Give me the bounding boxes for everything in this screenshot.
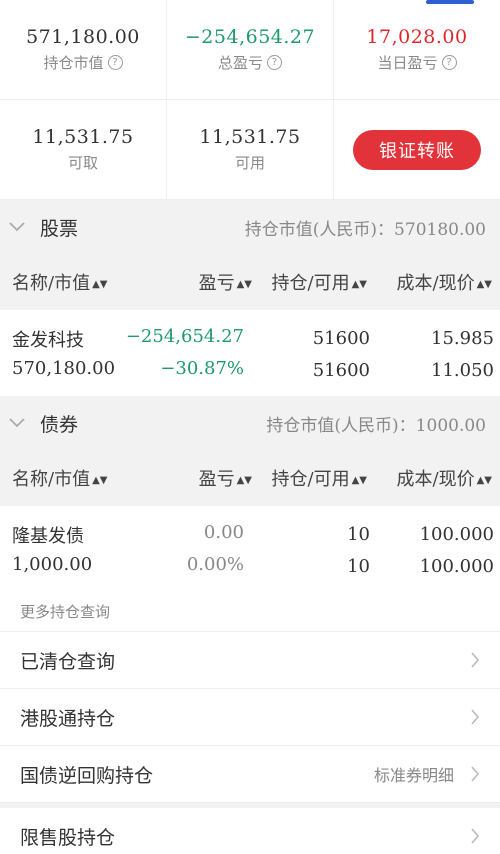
holding-market-value: 570,180.00 bbox=[12, 358, 116, 379]
help-icon[interactable]: ? bbox=[267, 55, 282, 70]
summary-row-2: 11,531.75 可取 11,531.75 可用 银证转账 bbox=[0, 100, 500, 200]
transfer-cell: 银证转账 bbox=[334, 100, 500, 199]
more-queries-title: 更多持仓查询 bbox=[0, 592, 500, 632]
section-title: 股票 bbox=[40, 217, 79, 240]
sort-icon: ▲▼ bbox=[236, 279, 252, 290]
holding-row[interactable]: 金发科技 570,180.00 −254,654.27 −30.87% 5160… bbox=[0, 310, 500, 396]
holding-name: 金发科技 bbox=[12, 330, 84, 351]
holding-market-value: 1,000.00 bbox=[12, 554, 93, 575]
section-header-stocks[interactable]: 股票 持仓市值(人民币)：570180.00 bbox=[0, 200, 500, 254]
sort-icon: ▲▼ bbox=[476, 475, 492, 486]
section-title: 债券 bbox=[40, 413, 79, 436]
total-pl-cell: −254,654.27 总盈亏? bbox=[167, 0, 334, 99]
sort-position[interactable]: 持仓/可用 ▲▼ bbox=[252, 269, 367, 295]
chevron-right-icon bbox=[471, 828, 480, 844]
more-queries: 更多持仓查询 已清仓查询 港股通持仓 国债逆回购持仓 标准券明细 限售股持仓 bbox=[0, 592, 500, 854]
account-summary: 571,180.00 持仓市值? −254,654.27 总盈亏? 17,028… bbox=[0, 0, 500, 200]
sort-cost-price[interactable]: 成本/现价 ▲▼ bbox=[367, 465, 492, 491]
today-pl: 17,028.00 bbox=[366, 26, 468, 48]
total-pl-label: 总盈亏 bbox=[217, 54, 263, 72]
market-value-cell: 571,180.00 持仓市值? bbox=[0, 0, 167, 99]
withdrawable-cell: 11,531.75 可取 bbox=[0, 100, 167, 199]
sort-pl[interactable]: 盈亏 ▲▼ bbox=[182, 269, 252, 295]
sort-pl[interactable]: 盈亏 ▲▼ bbox=[182, 465, 252, 491]
summary-row-1: 571,180.00 持仓市值? −254,654.27 总盈亏? 17,028… bbox=[0, 0, 500, 100]
market-value: 571,180.00 bbox=[26, 26, 140, 48]
sort-icon: ▲▼ bbox=[92, 475, 108, 486]
column-header: 名称/市值 ▲▼ 盈亏 ▲▼ 持仓/可用 ▲▼ 成本/现价 ▲▼ bbox=[0, 254, 500, 310]
bank-transfer-button[interactable]: 银证转账 bbox=[353, 129, 481, 170]
help-icon[interactable]: ? bbox=[107, 55, 123, 70]
sort-icon: ▲▼ bbox=[351, 279, 367, 290]
available-value: 11,531.75 bbox=[199, 126, 301, 148]
chevron-down-icon bbox=[9, 418, 25, 428]
sort-name-value[interactable]: 名称/市值 ▲▼ bbox=[12, 465, 182, 491]
sort-icon: ▲▼ bbox=[236, 475, 252, 486]
holding-price: 11.050 bbox=[431, 360, 494, 381]
sort-cost-price[interactable]: 成本/现价 ▲▼ bbox=[367, 269, 492, 295]
chevron-down-icon bbox=[9, 222, 25, 232]
total-pl: −254,654.27 bbox=[184, 26, 316, 48]
chevron-right-icon bbox=[471, 766, 480, 782]
holding-pl-percent: −30.87% bbox=[160, 358, 244, 379]
holding-cost: 100.000 bbox=[419, 524, 494, 545]
holding-pl-amount: −254,654.27 bbox=[125, 326, 244, 347]
holding-available: 10 bbox=[347, 556, 370, 577]
holding-row[interactable]: 隆基发债 1,000.00 0.00 0.00% 10 10 100.000 1… bbox=[0, 506, 500, 592]
sort-name-value[interactable]: 名称/市值 ▲▼ bbox=[12, 269, 182, 295]
withdrawable-value: 11,531.75 bbox=[32, 126, 134, 148]
holding-name: 隆基发债 bbox=[12, 526, 84, 547]
menu-item-hk-connect[interactable]: 港股通持仓 bbox=[0, 689, 500, 746]
holding-pl-percent: 0.00% bbox=[186, 554, 244, 575]
available-label: 可用 bbox=[234, 154, 265, 172]
active-tab-indicator bbox=[426, 0, 474, 4]
section-market-value: 持仓市值(人民币)：570180.00 bbox=[244, 219, 486, 240]
menu-item-reverse-repo[interactable]: 国债逆回购持仓 标准券明细 bbox=[0, 746, 500, 803]
sort-icon: ▲▼ bbox=[92, 279, 108, 290]
help-icon[interactable]: ? bbox=[441, 55, 457, 70]
chevron-right-icon bbox=[471, 652, 480, 668]
standard-bond-detail-link[interactable]: 标准券明细 bbox=[374, 762, 454, 786]
sort-icon: ▲▼ bbox=[476, 279, 492, 290]
today-pl-label: 当日盈亏 bbox=[377, 54, 438, 72]
menu-item-restricted-shares[interactable]: 限售股持仓 bbox=[0, 808, 500, 854]
withdrawable-label: 可取 bbox=[67, 154, 98, 172]
holding-pl-amount: 0.00 bbox=[203, 522, 244, 543]
chevron-right-icon bbox=[471, 709, 480, 725]
sort-icon: ▲▼ bbox=[351, 475, 367, 486]
holding-position: 51600 bbox=[312, 328, 370, 349]
today-pl-cell: 17,028.00 当日盈亏? bbox=[334, 0, 500, 99]
section-market-value: 持仓市值(人民币)：1000.00 bbox=[266, 415, 486, 436]
market-value-label: 持仓市值 bbox=[43, 54, 104, 72]
section-header-bonds[interactable]: 债券 持仓市值(人民币)：1000.00 bbox=[0, 396, 500, 450]
column-header: 名称/市值 ▲▼ 盈亏 ▲▼ 持仓/可用 ▲▼ 成本/现价 ▲▼ bbox=[0, 450, 500, 506]
holding-position: 10 bbox=[347, 524, 370, 545]
menu-item-cleared-positions[interactable]: 已清仓查询 bbox=[0, 632, 500, 689]
holding-available: 51600 bbox=[312, 360, 370, 381]
holding-cost: 15.985 bbox=[431, 328, 494, 349]
available-cell: 11,531.75 可用 bbox=[167, 100, 334, 199]
sort-position[interactable]: 持仓/可用 ▲▼ bbox=[252, 465, 367, 491]
holding-price: 100.000 bbox=[419, 556, 494, 577]
